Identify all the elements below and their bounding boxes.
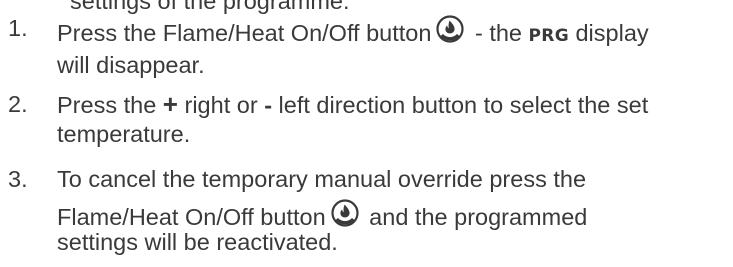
step-text-segment: Flame/Heat On/Off button bbox=[57, 204, 326, 230]
prg-display-label: PRG bbox=[528, 26, 569, 46]
step-line: settings will be reactivated. bbox=[57, 229, 338, 255]
flame-heat-button-icon bbox=[435, 14, 465, 44]
step-line: temperature. bbox=[57, 121, 191, 147]
step-text-segment: and the programmed bbox=[362, 204, 588, 230]
step-text-segment: - the bbox=[468, 20, 529, 46]
step-text-segment: display bbox=[568, 20, 649, 46]
step-text-segment: Press the Flame/Heat On/Off button bbox=[57, 20, 432, 46]
minus-symbol: - bbox=[264, 92, 273, 118]
step-text: Press the Flame/Heat On/Off button - the… bbox=[57, 14, 727, 80]
step-line: Press the Flame/Heat On/Off button - the… bbox=[57, 14, 727, 51]
step-text: Press the + right or - left direction bu… bbox=[57, 90, 727, 149]
step-text-segment: right or bbox=[177, 92, 265, 118]
step-number: 2. bbox=[8, 91, 28, 117]
step-line: Press the + right or - left direction bu… bbox=[57, 90, 727, 120]
plus-symbol: + bbox=[162, 89, 178, 119]
flame-heat-button-icon bbox=[330, 198, 360, 228]
manual-override-instructions: { "cut_line": "settings of the programme… bbox=[0, 0, 733, 267]
step-line: To cancel the temporary manual override … bbox=[57, 166, 587, 192]
step-text-segment: left direction button to select the set bbox=[272, 92, 649, 118]
step-number: 1. bbox=[8, 15, 28, 41]
step-text: To cancel the temporary manual override … bbox=[57, 165, 727, 257]
step-number: 3. bbox=[8, 166, 28, 192]
step-line: will disappear. bbox=[57, 52, 205, 78]
step-text-segment: Press the bbox=[57, 92, 163, 118]
step-line: Flame/Heat On/Off button and the program… bbox=[57, 198, 727, 232]
